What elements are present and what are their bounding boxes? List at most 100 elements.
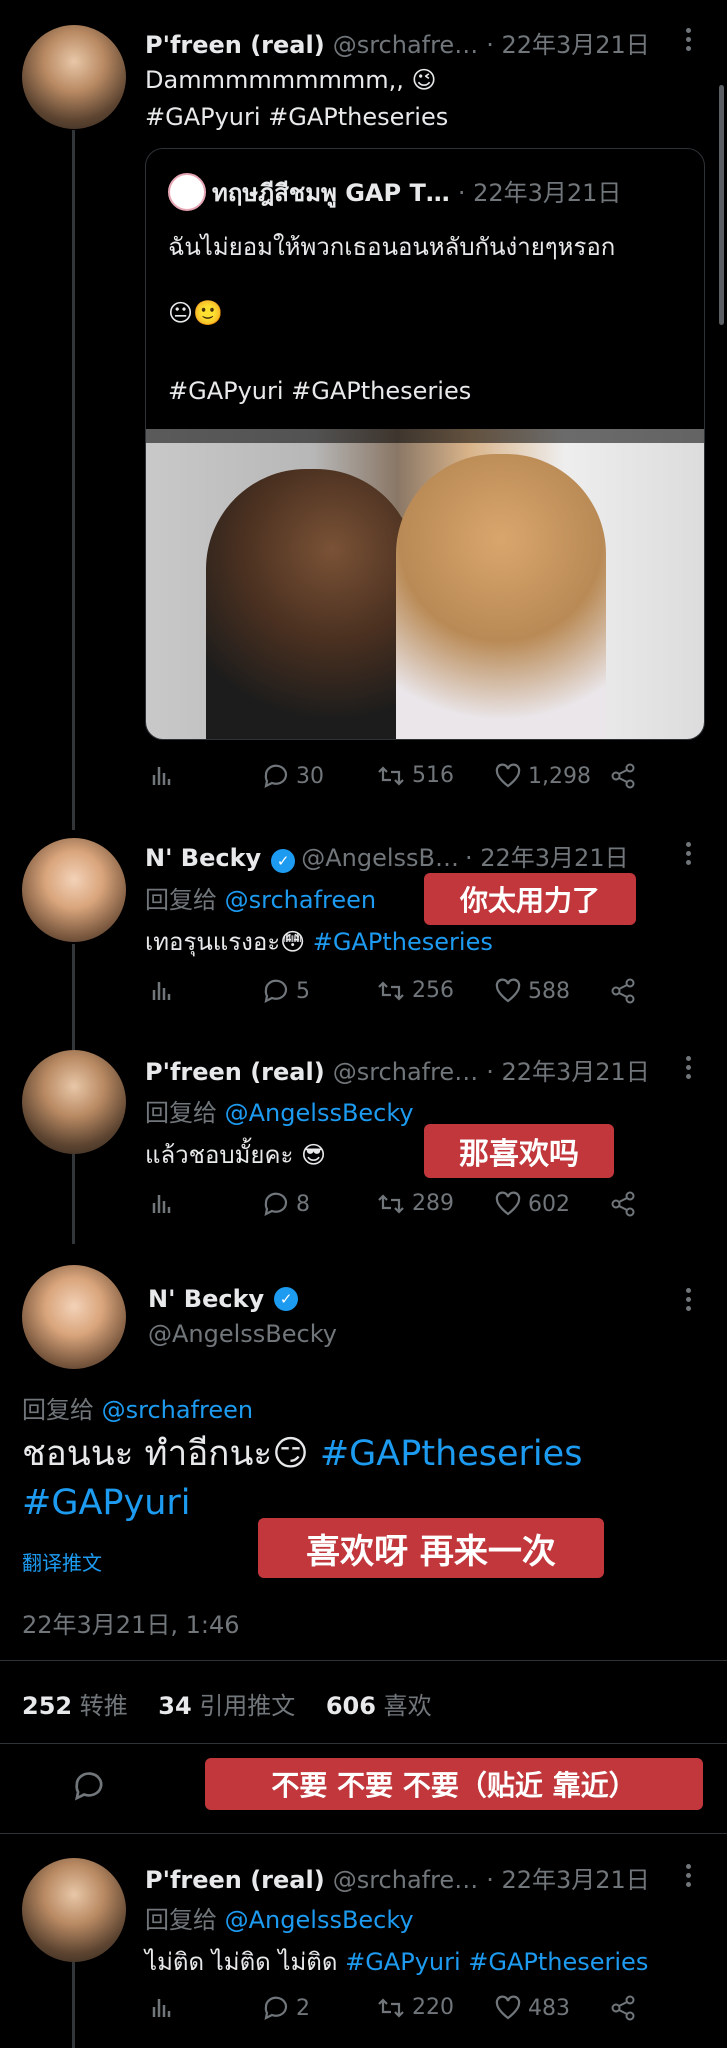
retweet-button[interactable]: 289 [376,1191,454,1216]
like-count: 1,298 [528,763,591,789]
video-overlay-bar [146,429,704,443]
share-button[interactable] [610,763,636,789]
analytics-button[interactable] [150,763,174,787]
tweet-text: แล้วชอบมั้ยคะ 😎 [145,1141,327,1169]
analytics-icon [152,1195,171,1213]
share-button[interactable] [610,1191,636,1217]
retweet-count: 516 [412,763,454,788]
display-name[interactable]: P'freen (real) [145,1866,325,1894]
reply-to-label: 回复给 [22,1396,94,1424]
display-name[interactable]: P'freen (real) [145,1058,325,1086]
scrollbar[interactable] [719,85,724,325]
tweet-hashtag[interactable]: #GAPyuri [22,1483,191,1523]
analytics-button[interactable] [150,1995,174,2019]
engagement-stats[interactable]: 252 转推 34 引用推文 606 喜欢 [22,1686,432,1721]
reply-to-label: 回复给 [145,1099,217,1127]
more-options-icon[interactable] [686,28,692,51]
reply-to-label: 回复给 [145,886,217,914]
retweets-label: 转推 [79,1692,128,1720]
analytics-button[interactable] [150,978,174,1002]
tweet-hashtag[interactable]: #GAPtheseries [320,1434,583,1474]
retweet-count: 220 [412,1995,454,2020]
like-button[interactable]: 588 [494,978,570,1004]
like-button[interactable]: 483 [494,1995,570,2021]
tweet-text: Dammmmmmmmm,, 😉 [145,66,437,94]
user-handle[interactable]: @AngelssBecky [148,1320,337,1348]
more-options-icon[interactable] [686,842,692,865]
reply-button[interactable]: 5 [262,978,310,1004]
tweet-hashtag[interactable]: #GAPtheseries [313,928,493,956]
retweet-button[interactable]: 256 [376,978,454,1003]
more-options-icon[interactable] [686,1864,692,1887]
subtitle-overlay: 那喜欢吗 [424,1124,614,1178]
quotes-count: 34 [158,1692,192,1720]
like-button[interactable]: 1,298 [494,763,591,789]
analytics-button[interactable] [150,1191,174,1215]
retweet-icon [378,765,404,786]
quote-avatar [168,173,206,211]
user-handle[interactable]: @srchafre… [333,1866,479,1894]
heart-icon [495,1995,521,2020]
likes-label: 喜欢 [383,1692,432,1720]
quote-date: · 22年3月21日 [457,179,622,207]
display-name[interactable]: N' Becky [145,844,261,872]
avatar[interactable] [22,1050,126,1154]
reply-to-handle[interactable]: @srchafreen [102,1396,254,1424]
avatar[interactable] [22,1265,126,1369]
quote-hashtags: #GAPyuri #GAPtheseries [168,377,472,405]
tweet-date[interactable]: · 22年3月21日 [486,1860,650,1895]
reply-button[interactable]: 8 [262,1191,310,1217]
reply-icon [264,1996,288,2020]
avatar[interactable] [22,25,126,129]
reply-button[interactable]: 30 [262,763,324,789]
tweet-hashtags[interactable]: #GAPyuri #GAPtheseries [145,103,448,131]
share-button[interactable] [610,978,636,1004]
reply-count: 2 [296,1995,310,2021]
retweet-button[interactable]: 220 [376,1995,454,2020]
retweet-count: 256 [412,978,454,1003]
tweet-hashtags[interactable]: #GAPyuri #GAPtheseries [345,1948,648,1976]
quoted-tweet-card[interactable]: ทฤษฎีสีชมพู GAP T… · 22年3月21日 ฉันไม่ยอมใ… [145,148,705,740]
verified-badge-icon: ✓ [274,1287,299,1311]
quote-media-image[interactable] [146,429,704,739]
reply-button[interactable]: 2 [262,1995,310,2021]
more-options-icon[interactable] [686,1288,692,1311]
more-options-icon[interactable] [686,1056,692,1079]
tweet-text: ไม่ติด ไม่ติด ไม่ติด [145,1948,338,1976]
share-button[interactable] [610,1995,636,2021]
like-button[interactable]: 602 [494,1191,570,1217]
retweet-button[interactable]: 516 [376,763,454,788]
user-handle[interactable]: @srchafre… [333,31,479,59]
translate-tweet-link[interactable]: 翻译推文 [22,1547,102,1576]
heart-icon [495,1191,521,1216]
tweet-text: เทอรุนแรงอะ😳 [145,928,306,956]
reply-icon [264,979,288,1003]
reply-icon [75,1772,103,1801]
thread-line [72,1175,75,1235]
analytics-icon [152,767,171,785]
retweet-count: 289 [412,1191,454,1216]
tweet-date[interactable]: · 22年3月21日 [465,838,629,873]
retweets-count: 252 [22,1692,73,1720]
reply-to-handle[interactable]: @srchafreen [225,886,377,914]
analytics-icon [152,982,171,1000]
quote-display-name: ทฤษฎีสีชมพู GAP T… [212,179,450,207]
reply-button[interactable] [72,1770,106,1802]
avatar[interactable] [22,838,126,942]
share-icon [611,763,635,789]
reply-to-handle[interactable]: @AngelssBecky [225,1099,414,1127]
quote-emoji: 😐🙂 [168,299,223,327]
display-name[interactable]: N' Becky [148,1285,264,1313]
analytics-icon [152,1999,171,2017]
figure-left [206,469,416,739]
reply-to-handle[interactable]: @AngelssBecky [225,1906,414,1934]
user-handle[interactable]: @AngelssB… [301,844,459,872]
tweet-date[interactable]: · 22年3月21日 [486,1052,650,1087]
avatar[interactable] [22,1858,126,1962]
tweet-timestamp[interactable]: 22年3月21日, 1:46 [22,1605,240,1640]
user-handle[interactable]: @srchafre… [333,1058,479,1086]
display-name[interactable]: P'freen (real) [145,31,325,59]
tweet-date[interactable]: · 22年3月21日 [486,25,650,60]
verified-badge-icon: ✓ [271,849,296,873]
quote-text: ฉันไม่ยอมให้พวกเธอนอนหลับกันง่ายๆหรอก [168,233,616,261]
